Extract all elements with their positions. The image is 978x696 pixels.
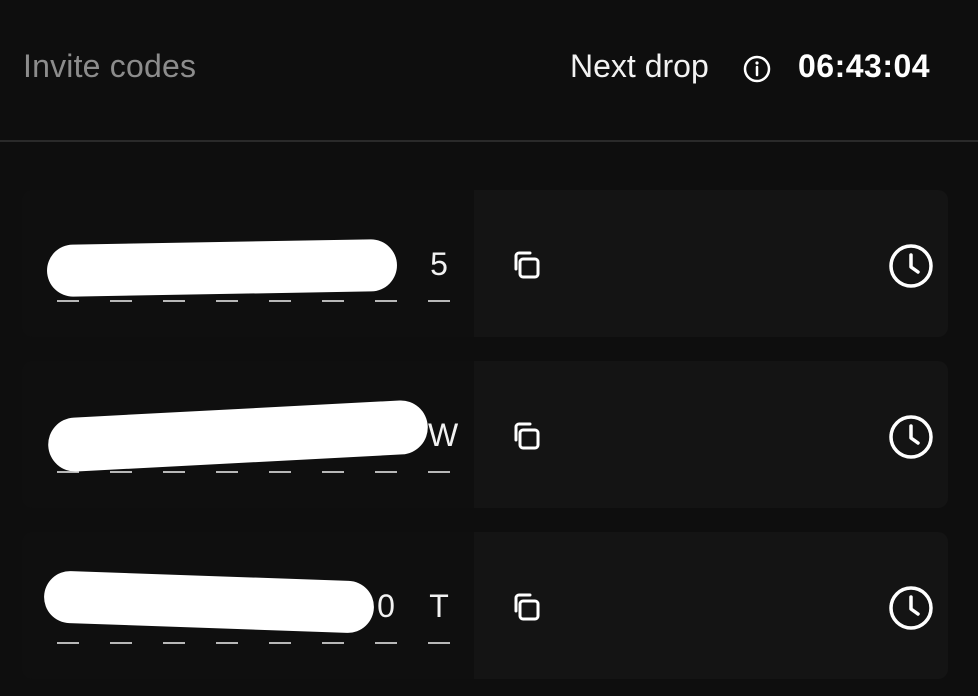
invite-code-card: 0 T bbox=[22, 532, 948, 679]
clock-icon[interactable] bbox=[887, 413, 935, 461]
next-drop-countdown: 06:43:04 bbox=[798, 48, 931, 84]
code-slot: T bbox=[428, 588, 450, 644]
invite-code-field: 5 bbox=[22, 190, 474, 337]
invite-code-card: W bbox=[22, 361, 948, 508]
header: Invite codes Next drop 06:43:04 bbox=[0, 0, 978, 142]
code-slot: W bbox=[428, 417, 459, 473]
next-drop-label: Next drop bbox=[570, 48, 709, 84]
copy-icon[interactable] bbox=[508, 418, 544, 454]
info-circle-icon[interactable] bbox=[741, 53, 773, 85]
copy-icon[interactable] bbox=[508, 247, 544, 283]
copy-icon[interactable] bbox=[508, 589, 544, 625]
redaction-scribble bbox=[46, 238, 398, 298]
clock-icon[interactable] bbox=[887, 584, 935, 632]
code-char: 5 bbox=[430, 246, 448, 282]
code-char: T bbox=[429, 588, 449, 624]
clock-icon[interactable] bbox=[887, 242, 935, 290]
invite-code-field: W bbox=[22, 361, 474, 508]
code-char: 0 bbox=[377, 588, 395, 624]
code-char: W bbox=[428, 417, 459, 453]
invite-code-card: 5 bbox=[22, 190, 948, 337]
page-title: Invite codes bbox=[23, 48, 197, 84]
code-slot: 0 bbox=[375, 588, 397, 644]
invite-code-list: 5 W 0 T bbox=[22, 190, 950, 679]
invite-code-field: 0 T bbox=[22, 532, 474, 679]
code-slot: 5 bbox=[428, 246, 450, 302]
